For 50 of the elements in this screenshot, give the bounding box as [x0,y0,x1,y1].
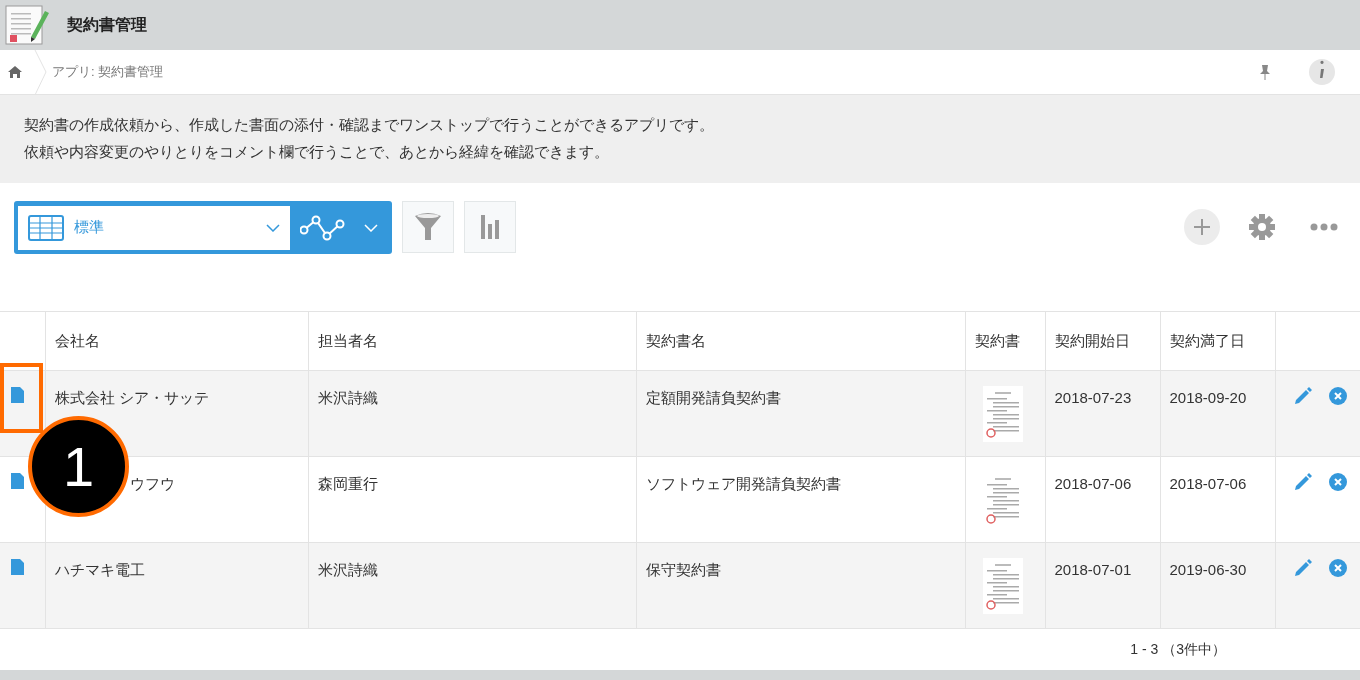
notepad-pencil-icon [5,3,49,47]
more-icon[interactable] [1310,223,1338,231]
pin-icon[interactable] [1259,64,1271,80]
edit-icon[interactable] [1293,387,1312,405]
delete-icon[interactable] [1328,387,1347,405]
chevron-down-icon [364,223,378,232]
filter-icon [414,212,442,242]
table-cell: 保守契約書 [645,561,721,578]
breadcrumb-link[interactable]: アプリ: 契約書管理 [52,62,164,82]
table-cell: 2018-09-20 [1169,389,1247,406]
document-icon[interactable] [11,473,24,489]
table-cell: ソフトウェア開発請負契約書 [645,475,841,492]
table-cell: 2018-07-06 [1054,475,1132,492]
edit-icon[interactable] [1293,473,1312,491]
table-cell: 株式会社 シア・サッテ [54,389,209,406]
table-cell: ウフウ [129,475,175,492]
description-text: 契約書の作成依頼から、作成した書面の添付・確認までワンストップで行うことができるアプリです。 [24,115,715,135]
table-cell: 森岡重行 [317,475,378,492]
chevron-down-icon [266,223,280,232]
table-cell: ハチマキ電工 [54,561,145,578]
bar-chart-icon [480,215,500,239]
add-button[interactable] [1184,209,1220,245]
chart-button[interactable] [464,201,516,253]
description-text: 依頼や内容変更のやりとりをコメント欄で行うことで、あとから経緯を確認できます。 [24,141,610,162]
table-icon [28,214,64,241]
delete-icon[interactable] [1328,473,1347,491]
table-cell: 2018-07-06 [1169,475,1247,492]
filter-button[interactable] [402,201,454,253]
column-header[interactable]: 担当者名 [317,331,378,349]
line-graph-icon [300,214,346,241]
table-cell: 定額開発請負契約書 [645,389,781,406]
plus-icon [1193,218,1211,236]
table-cell: 2018-07-23 [1054,389,1132,406]
column-header[interactable]: 契約開始日 [1054,331,1130,349]
edit-icon[interactable] [1293,559,1312,577]
document-icon[interactable] [11,559,24,575]
document-icon[interactable] [11,387,24,403]
column-header[interactable]: 契約書 [974,331,1020,349]
table-cell: 米沢詩織 [317,561,378,578]
column-header[interactable]: 契約書名 [645,331,706,349]
table-cell: 米沢詩織 [317,389,378,406]
pagination-text: 1 - 3 （3件中） [1130,640,1226,659]
column-header[interactable]: 会社名 [54,331,100,349]
table-cell: 2018-07-01 [1054,561,1132,578]
home-icon[interactable] [8,65,22,79]
delete-icon[interactable] [1328,559,1347,577]
column-header[interactable]: 契約満了日 [1169,331,1245,349]
info-icon[interactable] [1309,59,1335,85]
app-title: 契約書管理 [67,15,147,35]
table-cell: 2019-06-30 [1169,561,1247,578]
